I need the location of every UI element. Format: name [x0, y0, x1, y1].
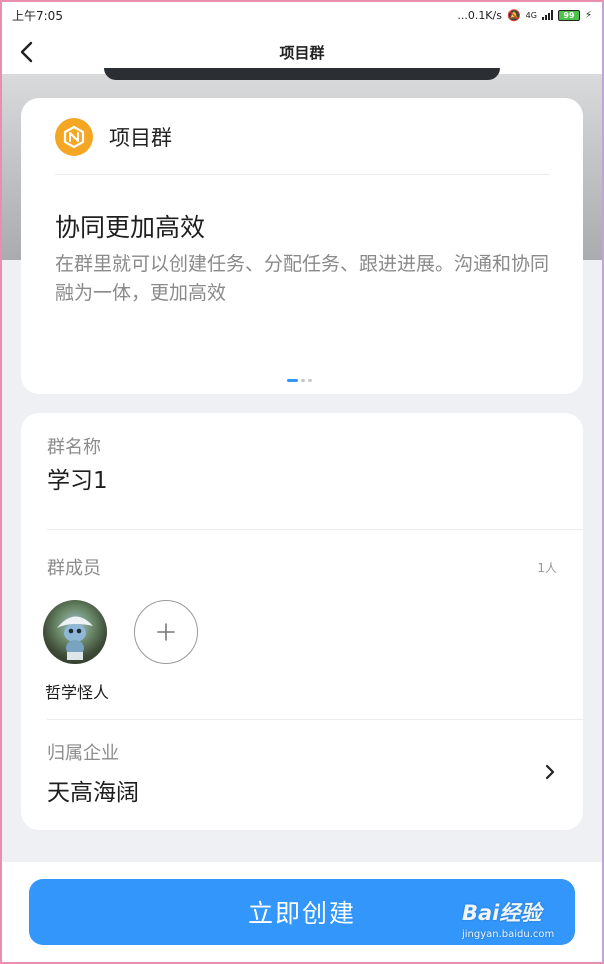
intro-description: 在群里就可以创建任务、分配任务、跟进进展。沟通和协同融为一体，更加高效: [55, 253, 550, 304]
plus-icon: [157, 623, 175, 641]
member-name: 哲学怪人: [44, 683, 109, 702]
company-select[interactable]: 天高海阔: [47, 773, 139, 807]
status-right: ...0.1K/s 🔕 4G 99 ⚡: [457, 9, 592, 22]
divider: [55, 174, 549, 175]
add-member-button[interactable]: [134, 600, 198, 664]
members-count: 1人: [537, 561, 557, 575]
watermark-url: jingyan.baidu.com: [462, 929, 555, 940]
page-title: 项目群: [279, 43, 325, 62]
watermark: Bai经验 jingyan.baidu.com: [462, 897, 592, 951]
group-name-input[interactable]: 学习1: [47, 461, 108, 495]
charging-icon: ⚡: [584, 9, 592, 21]
group-name-label: 群名称: [47, 437, 101, 458]
pager-dot[interactable]: [301, 379, 305, 382]
pager-dot[interactable]: [308, 379, 312, 382]
project-group-logo-icon: [55, 118, 93, 156]
divider: [47, 719, 583, 720]
company-label: 归属企业: [47, 743, 119, 764]
avatar[interactable]: [43, 600, 107, 664]
chevron-left-icon[interactable]: [16, 40, 38, 64]
network-type: 4G: [525, 10, 537, 20]
status-bar: 上午7:05 ...0.1K/s 🔕 4G 99 ⚡: [0, 0, 604, 30]
group-form-card: 群名称 学习1 群成员 1人 哲学怪人 归属企业 天高海阔: [21, 413, 583, 830]
carousel-pager[interactable]: [287, 379, 312, 382]
chevron-right-icon[interactable]: [543, 763, 557, 781]
bell-off-icon: 🔕: [506, 8, 521, 22]
network-speed: ...0.1K/s: [457, 8, 502, 22]
brand-row: 项目群: [55, 118, 172, 156]
brand-name: 项目群: [109, 126, 172, 150]
intro-heading: 协同更加高效: [55, 213, 206, 242]
members-label: 群成员: [47, 558, 101, 579]
avatar-image: [57, 616, 93, 660]
divider: [47, 529, 583, 530]
signal-icon: [541, 10, 553, 20]
intro-card[interactable]: 项目群 协同更加高效 在群里就可以创建任务、分配任务、跟进进展。沟通和协同融为一…: [21, 98, 583, 394]
status-time: 上午7:05: [12, 8, 63, 23]
watermark-logo: Bai经验: [462, 901, 542, 925]
pager-dot-active[interactable]: [287, 379, 298, 382]
hero-device-shape: [104, 68, 500, 80]
battery-icon: 99: [557, 9, 580, 21]
